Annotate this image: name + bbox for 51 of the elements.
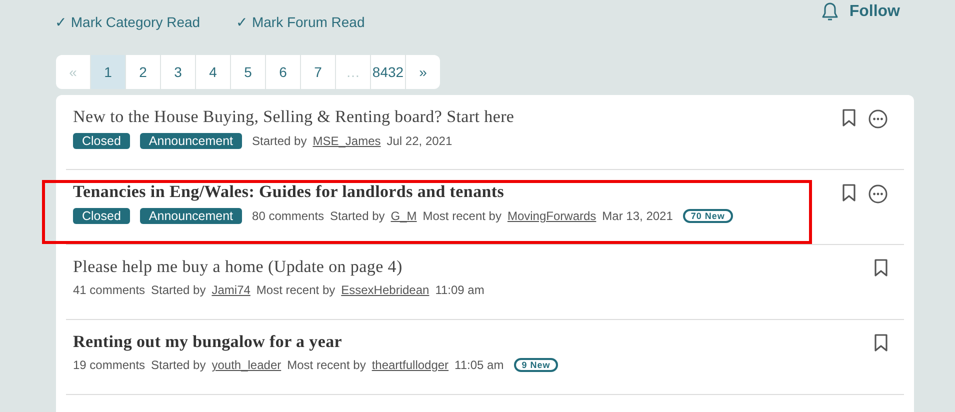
page-link[interactable]: 3 [160, 55, 195, 89]
meta-text: 11:09 am [435, 283, 484, 297]
thread-title[interactable]: New to the House Buying, Selling & Renting board? Start here [73, 107, 514, 127]
mark-read-link[interactable]: ✓ Mark Category Read [55, 14, 200, 30]
meta-text: 19 comments [73, 358, 146, 372]
tag: Announcement [140, 208, 242, 224]
more-icon[interactable] [868, 109, 888, 129]
page-link[interactable]: 5 [230, 55, 265, 89]
meta-text: 80 comments [252, 209, 324, 223]
bookmark-icon[interactable] [842, 184, 856, 202]
meta-text: 41 comments [73, 283, 146, 297]
tag: Closed [73, 208, 130, 224]
meta-text: Most recent by [256, 283, 336, 297]
user-link[interactable]: EssexHebridean [341, 283, 430, 297]
page-link[interactable]: 1 [90, 55, 125, 89]
bookmark-icon[interactable] [842, 109, 856, 127]
user-link[interactable]: MovingForwards [507, 209, 596, 223]
user-link[interactable]: Jami74 [212, 283, 250, 297]
meta-text: Started by [151, 283, 206, 297]
page-link[interactable]: 2 [125, 55, 160, 89]
thread-title[interactable]: Renting out my bungalow for a year [73, 332, 558, 352]
user-link[interactable]: G_M [390, 209, 417, 223]
follow-button[interactable]: Follow [821, 2, 900, 22]
meta-text: 11:05 am [454, 358, 504, 372]
new-count: 9 New [514, 358, 558, 372]
bookmark-icon[interactable] [874, 334, 888, 352]
follow-label: Follow [849, 3, 900, 21]
meta-text: Started by [330, 209, 385, 223]
tag: Closed [73, 133, 130, 149]
bookmark-icon[interactable] [874, 259, 888, 277]
thread-title[interactable]: Tenancies in Eng/Wales: Guides for landlords and tenants [73, 182, 733, 202]
user-link[interactable]: MSE_James [312, 134, 381, 148]
user-link[interactable]: theartfullodger [372, 358, 449, 372]
meta-text: Most recent by [422, 209, 502, 223]
page-link[interactable]: 4 [195, 55, 230, 89]
meta-text: Started by [151, 358, 206, 372]
meta-text: Mar 13, 2021 [602, 209, 673, 223]
page-link[interactable]: 6 [265, 55, 300, 89]
meta-text: Most recent by [287, 358, 366, 372]
page-link[interactable]: » [405, 55, 440, 89]
thread-title[interactable]: Please help me buy a home (Update on page 4) [73, 257, 484, 277]
bell-icon [821, 2, 840, 22]
page-link[interactable]: 7 [300, 55, 335, 89]
meta-text: Started by [252, 134, 307, 148]
new-count: 70 New [682, 209, 733, 223]
more-icon[interactable] [868, 184, 888, 204]
page-link[interactable]: 8432 [370, 55, 405, 89]
mark-read-link[interactable]: ✓ Mark Forum Read [236, 14, 365, 30]
user-link[interactable]: youth_leader [212, 358, 282, 372]
tag: Announcement [140, 133, 242, 149]
meta-text: Jul 22, 2021 [386, 134, 452, 148]
